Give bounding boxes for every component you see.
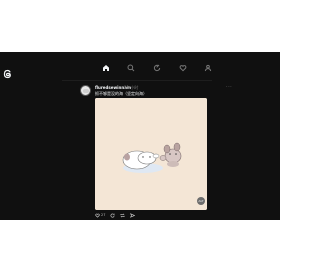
threads-logo-icon[interactable] [3,64,13,79]
nav-profile-button[interactable] [202,62,214,74]
post-text: 抓不够是没的海（坚定向海） [95,91,147,96]
share-button[interactable] [130,212,136,218]
profile-icon [204,64,212,72]
post-actions: 27 [95,212,140,218]
repost-icon [120,213,125,217]
post-more-button[interactable]: ... [226,83,232,89]
post-image[interactable] [95,98,207,210]
create-icon [153,64,161,72]
nav-activity-button[interactable] [177,62,189,74]
home-icon [103,65,109,71]
like-button[interactable]: 27 [95,213,105,218]
sleeping-cat-illustration [95,98,207,210]
reply-button[interactable] [110,213,116,218]
nav-search-button[interactable] [125,62,137,74]
like-count: 27 [101,213,106,217]
repost-button[interactable] [120,213,125,218]
comment-icon [111,213,116,217]
header-divider [62,80,212,81]
heart-icon [95,213,100,218]
threads-feed-window: fluredsewinnam 11 小时 ... 抓不够是没的海（坚定向海） A… [0,52,280,220]
send-icon [130,212,136,218]
avatar[interactable] [80,85,91,96]
nav-home-button[interactable] [100,62,112,74]
search-icon [127,64,135,72]
nav-create-button[interactable] [151,62,163,74]
image-alt-badge[interactable]: ALT [197,197,205,205]
heart-icon [179,65,187,72]
